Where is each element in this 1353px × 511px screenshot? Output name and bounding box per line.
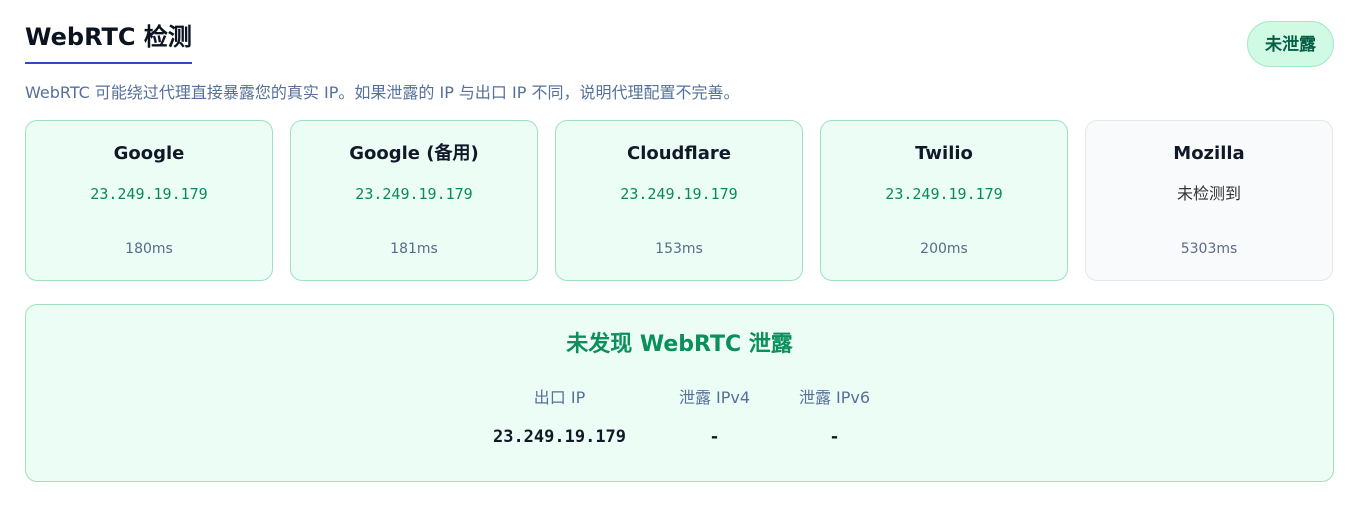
server-ip: 未检测到 <box>1176 184 1241 203</box>
server-ip: 23.249.19.179 <box>90 185 208 203</box>
server-name: Google <box>113 143 185 164</box>
server-ip: 23.249.19.179 <box>620 185 738 203</box>
col-value: 23.249.19.179 <box>492 427 627 447</box>
server-ip: 23.249.19.179 <box>885 185 1003 203</box>
server-latency: 5303ms <box>1180 241 1238 257</box>
server-name: Twilio <box>915 143 973 164</box>
col-label: 泄露 IPv4 <box>678 388 751 407</box>
server-latency: 153ms <box>655 241 703 257</box>
summary-col-leaked-ipv6: 泄露 IPv6 - <box>785 387 885 449</box>
server-card-cloudflare: Cloudflare 23.249.19.179 153ms <box>555 120 803 281</box>
status-badge: 未泄露 <box>1247 21 1334 67</box>
server-name: Google (备用) <box>349 143 479 164</box>
col-label: 出口 IP <box>533 388 586 407</box>
col-label: 泄露 IPv6 <box>798 388 871 407</box>
col-value: - <box>709 427 720 447</box>
server-card-google: Google 23.249.19.179 180ms <box>25 120 273 281</box>
server-card-twilio: Twilio 23.249.19.179 200ms <box>820 120 1068 281</box>
server-card-google-backup: Google (备用) 23.249.19.179 181ms <box>290 120 538 281</box>
stun-server-cards: Google 23.249.19.179 180ms Google (备用) 2… <box>25 120 1334 281</box>
server-latency: 200ms <box>920 241 968 257</box>
col-value: - <box>829 427 840 447</box>
server-name: Cloudflare <box>626 143 732 164</box>
server-ip: 23.249.19.179 <box>355 185 473 203</box>
server-name: Mozilla <box>1173 143 1245 164</box>
webrtc-panel: WebRTC 检测 未泄露 WebRTC 可能绕过代理直接暴露您的真实 IP。如… <box>25 20 1334 482</box>
summary-table: 出口 IP 23.249.19.179 泄露 IPv4 - 泄露 IPv6 - <box>26 387 1333 449</box>
description-text: WebRTC 可能绕过代理直接暴露您的真实 IP。如果泄露的 IP 与出口 IP… <box>25 83 740 102</box>
server-latency: 181ms <box>390 241 438 257</box>
leak-summary: 未发现 WebRTC 泄露 出口 IP 23.249.19.179 泄露 IPv… <box>25 304 1334 482</box>
summary-title: 未发现 WebRTC 泄露 <box>566 332 793 357</box>
server-card-mozilla: Mozilla 未检测到 5303ms <box>1085 120 1333 281</box>
summary-col-leaked-ipv4: 泄露 IPv4 - <box>645 387 785 449</box>
page-title: WebRTC 检测 <box>25 20 192 64</box>
summary-col-egress-ip: 出口 IP 23.249.19.179 <box>475 387 645 449</box>
server-latency: 180ms <box>125 241 173 257</box>
panel-header: WebRTC 检测 未泄露 <box>25 20 1334 70</box>
